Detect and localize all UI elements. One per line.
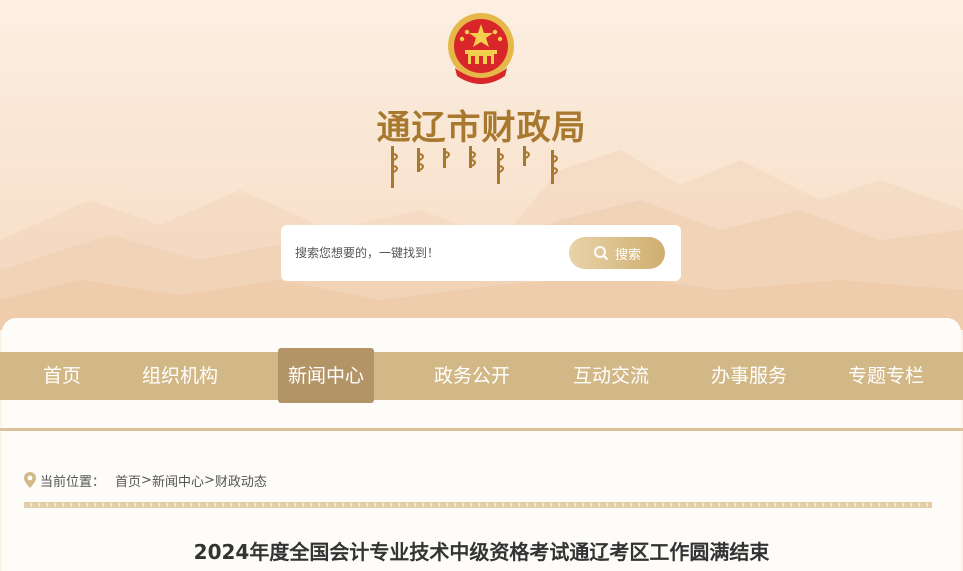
search-box: 搜索 [281, 225, 681, 281]
search-icon [593, 246, 609, 261]
search-button[interactable]: 搜索 [569, 237, 665, 269]
article-title: 2024年度全国会计专业技术中级资格考试通辽考区工作圆满结束 [193, 540, 770, 564]
nav-item-home[interactable]: 首页 [20, 352, 104, 400]
location-pin-icon [24, 472, 36, 488]
breadcrumb-separator: > [203, 472, 215, 488]
nav-item-interaction[interactable]: 互动交流 [561, 352, 661, 400]
decorative-border [24, 502, 932, 508]
breadcrumb-home[interactable]: 首页 [115, 471, 141, 490]
mongolian-script-title [391, 146, 558, 188]
breadcrumb-separator: > [141, 472, 152, 488]
page-header: 通辽市财政局 搜索 [0, 0, 963, 330]
nav-divider [0, 428, 963, 431]
nav-item-special-topics[interactable]: 专题专栏 [836, 352, 936, 400]
breadcrumb-label: 当前位置： [40, 474, 106, 490]
breadcrumb: 当前位置： 首页 > 新闻中心 > 财政动态 [24, 470, 267, 490]
breadcrumb-finance-news[interactable]: 财政动态 [215, 471, 267, 490]
nav-item-government-affairs[interactable]: 政务公开 [422, 352, 522, 400]
nav-item-news-center[interactable]: 新闻中心 [278, 348, 374, 403]
nav-item-services[interactable]: 办事服务 [699, 352, 799, 400]
main-nav: 首页 组织机构 新闻中心 政务公开 互动交流 办事服务 专题专栏 [0, 348, 963, 403]
nav-item-organization[interactable]: 组织机构 [130, 352, 230, 400]
search-input[interactable] [295, 237, 565, 269]
breadcrumb-news-center[interactable]: 新闻中心 [152, 471, 204, 490]
search-button-label: 搜索 [614, 247, 641, 263]
national-emblem-icon [448, 13, 514, 84]
